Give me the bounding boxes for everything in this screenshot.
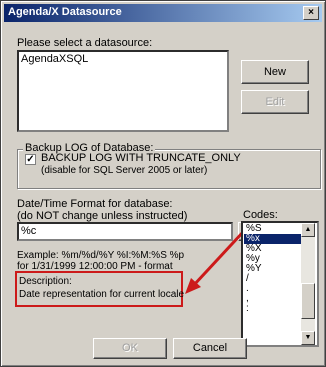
datasource-item[interactable]: AgendaXSQL	[19, 52, 227, 66]
description-heading: Description:	[19, 276, 72, 287]
edit-button[interactable]: Edit	[241, 90, 309, 114]
codes-label: Codes:	[243, 209, 278, 221]
scroll-up-icon[interactable]: ▲	[301, 223, 315, 237]
example-line-1: Example: %m/%d/%Y %I:%M:%S %p	[17, 250, 185, 261]
close-button[interactable]: ×	[303, 6, 319, 20]
codes-item[interactable]: /	[244, 274, 302, 284]
backup-checkbox-note: (disable for SQL Server 2005 or later)	[41, 165, 208, 176]
datasource-dialog: Agenda/X Datasource × Please select a da…	[0, 0, 326, 367]
description-text: Date representation for current locale	[19, 289, 185, 300]
codes-scrollbar[interactable]: ▲ ▼	[301, 223, 315, 345]
new-button[interactable]: New	[241, 60, 309, 84]
backup-checkbox[interactable]: ✓	[25, 154, 36, 165]
codes-item[interactable]: %Y	[244, 264, 302, 274]
codes-list[interactable]: %S %x %X %y %Y / . , : ▲ ▼	[241, 221, 319, 347]
ok-button[interactable]: OK	[93, 338, 167, 359]
scroll-thumb[interactable]	[301, 283, 315, 319]
scroll-down-icon[interactable]: ▼	[301, 331, 315, 345]
window-title: Agenda/X Datasource	[8, 6, 122, 18]
format-label: Date/Time Format for database:	[17, 198, 173, 210]
title-bar[interactable]: Agenda/X Datasource ×	[4, 4, 322, 22]
codes-item[interactable]: ,	[244, 294, 302, 304]
codes-item[interactable]: .	[244, 284, 302, 294]
format-label-note: (do NOT change unless instructed)	[17, 210, 188, 222]
codes-item[interactable]: :	[244, 304, 302, 314]
backup-checkbox-label[interactable]: BACKUP LOG WITH TRUNCATE_ONLY	[41, 152, 241, 164]
datasource-list[interactable]: AgendaXSQL	[17, 50, 229, 132]
cancel-button[interactable]: Cancel	[173, 338, 247, 359]
datasource-prompt: Please select a datasource:	[17, 37, 153, 49]
